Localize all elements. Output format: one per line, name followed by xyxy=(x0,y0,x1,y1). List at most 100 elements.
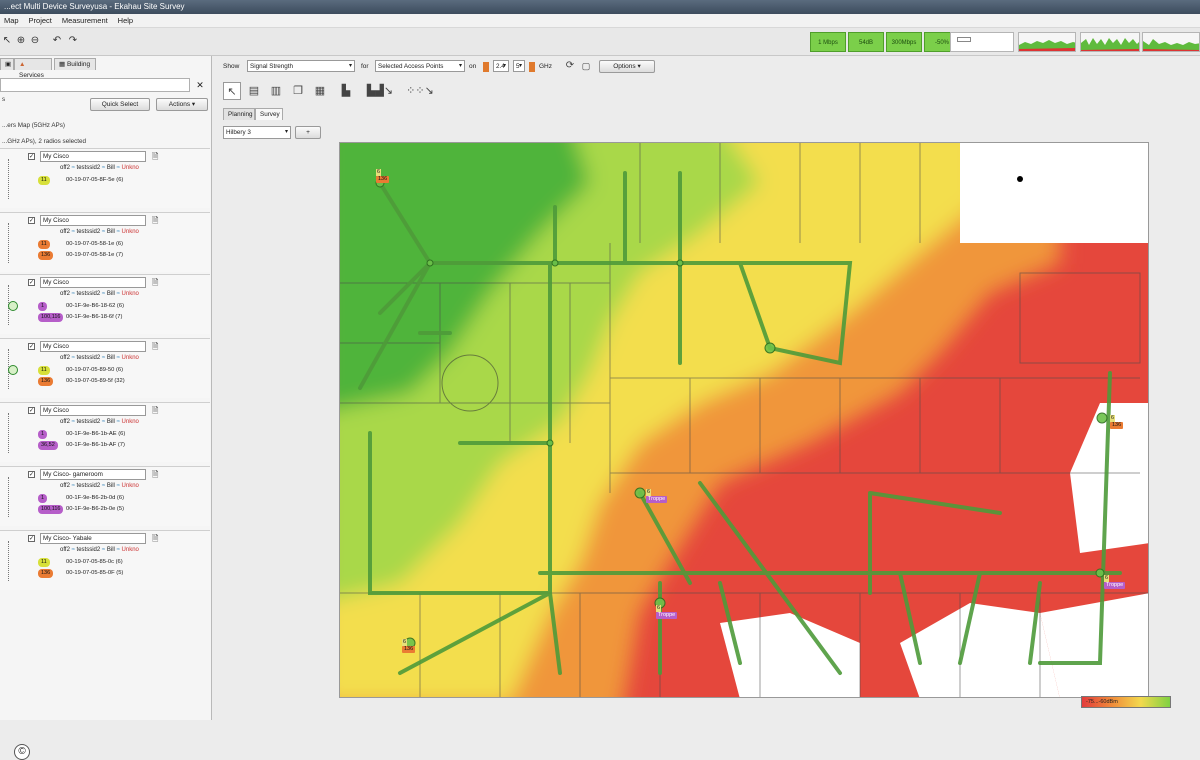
pointer-tool-icon[interactable]: ↖ xyxy=(0,34,14,48)
show-select[interactable]: Signal Strength xyxy=(247,60,355,72)
ap-details-icon[interactable]: 🗎 xyxy=(152,341,158,355)
ap-name-field[interactable]: My Cisco xyxy=(40,405,146,416)
copy-tool-icon[interactable]: ❐ xyxy=(289,82,307,100)
ap-details-icon[interactable]: 🗎 xyxy=(152,277,158,291)
ap-ssid-3: Bill xyxy=(106,419,115,425)
ap-name-field[interactable]: My Cisco xyxy=(40,151,146,162)
heatmap-canvas[interactable]: 6 136 6 Troppe 6 Troppe 6 Troppe 6 136 6 136 xyxy=(339,142,1149,698)
redo-icon[interactable]: ↷ xyxy=(66,34,80,48)
band-5-field[interactable]: 5 xyxy=(513,60,525,72)
ap-map-label[interactable]: 6 Troppe xyxy=(1104,575,1126,589)
ap-ssid-3: Bill xyxy=(106,229,115,235)
options-button[interactable]: Options ▾ xyxy=(599,60,655,73)
radio-mac: 00-19-07-05-89-5f (32) xyxy=(66,378,125,384)
ap-card[interactable]: ✓ My Cisco 🗎 off2 ≈ testssid2 ≈ Bill ≈ Unkn… xyxy=(0,148,210,208)
stat-throughput[interactable]: 300Mbps xyxy=(886,32,922,52)
stat-rate[interactable]: 1 Mbps xyxy=(810,32,846,52)
ap-map-label[interactable]: 6 136 xyxy=(402,639,416,653)
stat-snr[interactable]: 54dB xyxy=(848,32,884,52)
signal-heatmap[interactable] xyxy=(340,143,1149,698)
actions-button[interactable]: Actions ▾ xyxy=(156,98,208,111)
undo-icon[interactable]: ↶ xyxy=(50,34,64,48)
window-title: ...ect Multi Device Surveyusa - Ekahau S… xyxy=(4,2,185,11)
ap-status: Unkno xyxy=(121,355,139,361)
wifi-icon: ≈ xyxy=(101,291,106,297)
tab-building[interactable]: ▦ Building xyxy=(54,58,96,70)
tab-planning[interactable]: Planning xyxy=(223,108,255,120)
building-tool-icon[interactable]: ▦ xyxy=(311,82,329,100)
ap-status: Unkno xyxy=(121,165,139,171)
zoom-out-icon[interactable]: ⊖ xyxy=(28,34,42,48)
channel-badge: 1 xyxy=(38,430,48,439)
menu-measurement[interactable]: Measurement xyxy=(58,14,112,28)
quick-select-button[interactable]: Quick Select xyxy=(90,98,150,111)
ap-checkbox[interactable]: ✓ xyxy=(28,407,35,414)
ap-checkbox[interactable]: ✓ xyxy=(28,153,35,160)
ap-card[interactable]: ✓ My Cisco 🗎 off2 ≈ testssid2 ≈ Bill ≈ Unkn… xyxy=(0,338,210,398)
clear-search-icon[interactable]: ✕ xyxy=(194,78,206,92)
for-select[interactable]: Selected Access Points xyxy=(375,60,465,72)
ap-details-icon[interactable]: 🗎 xyxy=(152,469,158,483)
menu-map[interactable]: Map xyxy=(0,14,23,28)
ap-card[interactable]: ✓ My Cisco 🗎 off2 ≈ testssid2 ≈ Bill ≈ Unkn… xyxy=(0,274,210,334)
ap-checkbox[interactable]: ✓ xyxy=(28,471,35,478)
chart-tool-icon[interactable]: ▙ xyxy=(337,82,355,100)
ap-map-label[interactable]: 6 Troppe xyxy=(656,605,678,619)
ap-map-label-id: 6 xyxy=(1104,575,1110,582)
tab-building-label: Building xyxy=(66,61,91,68)
zoom-in-icon[interactable]: ⊕ xyxy=(14,34,28,48)
ap-checkbox[interactable]: ✓ xyxy=(28,343,35,350)
for-label: for xyxy=(361,63,369,70)
ap-name-field[interactable]: My Cisco- Yabale xyxy=(40,533,146,544)
ap-ssid-row: off2 ≈ testssid2 ≈ Bill ≈ Unkno xyxy=(60,547,139,553)
wall-tool-icon[interactable]: ▤ xyxy=(245,82,263,100)
tab-services[interactable]: ▲ Services xyxy=(14,58,52,79)
wifi-icon: ≈ xyxy=(71,547,75,553)
radio-mac: 00-1F-9e-B6-2b-0e (5) xyxy=(66,506,124,512)
wifi-icon: ≈ xyxy=(116,483,120,489)
ap-search-input[interactable] xyxy=(0,78,190,92)
wifi-icon: ≈ xyxy=(101,165,106,171)
ap-map-label-id: 6 xyxy=(402,639,408,646)
menu-project[interactable]: Project xyxy=(25,14,56,28)
ap-details-icon[interactable]: 🗎 xyxy=(152,533,158,547)
ap-map-label[interactable]: 6 136 xyxy=(1110,415,1124,429)
on-label: on xyxy=(469,63,477,70)
survey-route-icon[interactable]: ▙▟↘ xyxy=(365,82,395,100)
ap-details-icon[interactable]: 🗎 xyxy=(152,405,158,419)
door-tool-icon[interactable]: ▥ xyxy=(267,82,285,100)
ap-name-field[interactable]: My Cisco- gameroom xyxy=(40,469,146,480)
settings-square-icon[interactable]: ▢ xyxy=(577,57,595,75)
radio-mac: 00-19-07-05-85-0F (5) xyxy=(66,570,124,576)
ap-card[interactable]: ✓ My Cisco- gameroom 🗎 off2 ≈ testssid2 ≈ B… xyxy=(0,466,210,526)
ap-map-label-channel: 136 xyxy=(1110,422,1124,429)
ap-ssid-3: Bill xyxy=(106,355,115,361)
tab-survey[interactable]: Survey xyxy=(255,108,283,120)
ap-name: Cisco xyxy=(53,153,69,160)
ap-map-label[interactable]: 6 Troppe xyxy=(646,489,668,503)
ap-card[interactable]: ✓ My Cisco 🗎 off2 ≈ testssid2 ≈ Bill ≈ Unkn… xyxy=(0,212,210,272)
ap-status: Unkno xyxy=(121,229,139,235)
ap-name-field[interactable]: My Cisco xyxy=(40,215,146,226)
ap-checkbox[interactable]: ✓ xyxy=(28,217,35,224)
menu-help[interactable]: Help xyxy=(114,14,137,28)
select-tool-icon[interactable]: ↖ xyxy=(223,82,241,100)
tab-first[interactable]: ▣ xyxy=(0,58,14,70)
floor-select[interactable]: Hilbery 3 xyxy=(223,126,291,139)
wifi-icon: ≈ xyxy=(71,291,75,297)
ap-checkbox[interactable]: ✓ xyxy=(28,279,35,286)
add-floor-button[interactable]: + xyxy=(295,126,321,139)
ap-map-label[interactable]: 6 136 xyxy=(376,169,390,183)
ap-name-field[interactable]: My Cisco xyxy=(40,341,146,352)
ap-name-field[interactable]: My Cisco xyxy=(40,277,146,288)
ap-tree-line xyxy=(8,223,24,263)
ap-checkbox[interactable]: ✓ xyxy=(28,535,35,542)
ap-card[interactable]: ✓ My Cisco- Yabale 🗎 off2 ≈ testssid2 ≈ Bil… xyxy=(0,530,210,590)
ap-ssid-2: testssid2 xyxy=(76,291,101,297)
survey-points-icon[interactable]: ⁘⁘↘ xyxy=(405,82,435,100)
ap-details-icon[interactable]: 🗎 xyxy=(152,215,158,229)
ap-details-icon[interactable]: 🗎 xyxy=(152,151,158,165)
ap-card[interactable]: ✓ My Cisco 🗎 off2 ≈ testssid2 ≈ Bill ≈ Unkn… xyxy=(0,402,210,462)
ap-my-label: My xyxy=(43,471,52,478)
band-24-field[interactable]: 2.4 xyxy=(493,60,509,72)
